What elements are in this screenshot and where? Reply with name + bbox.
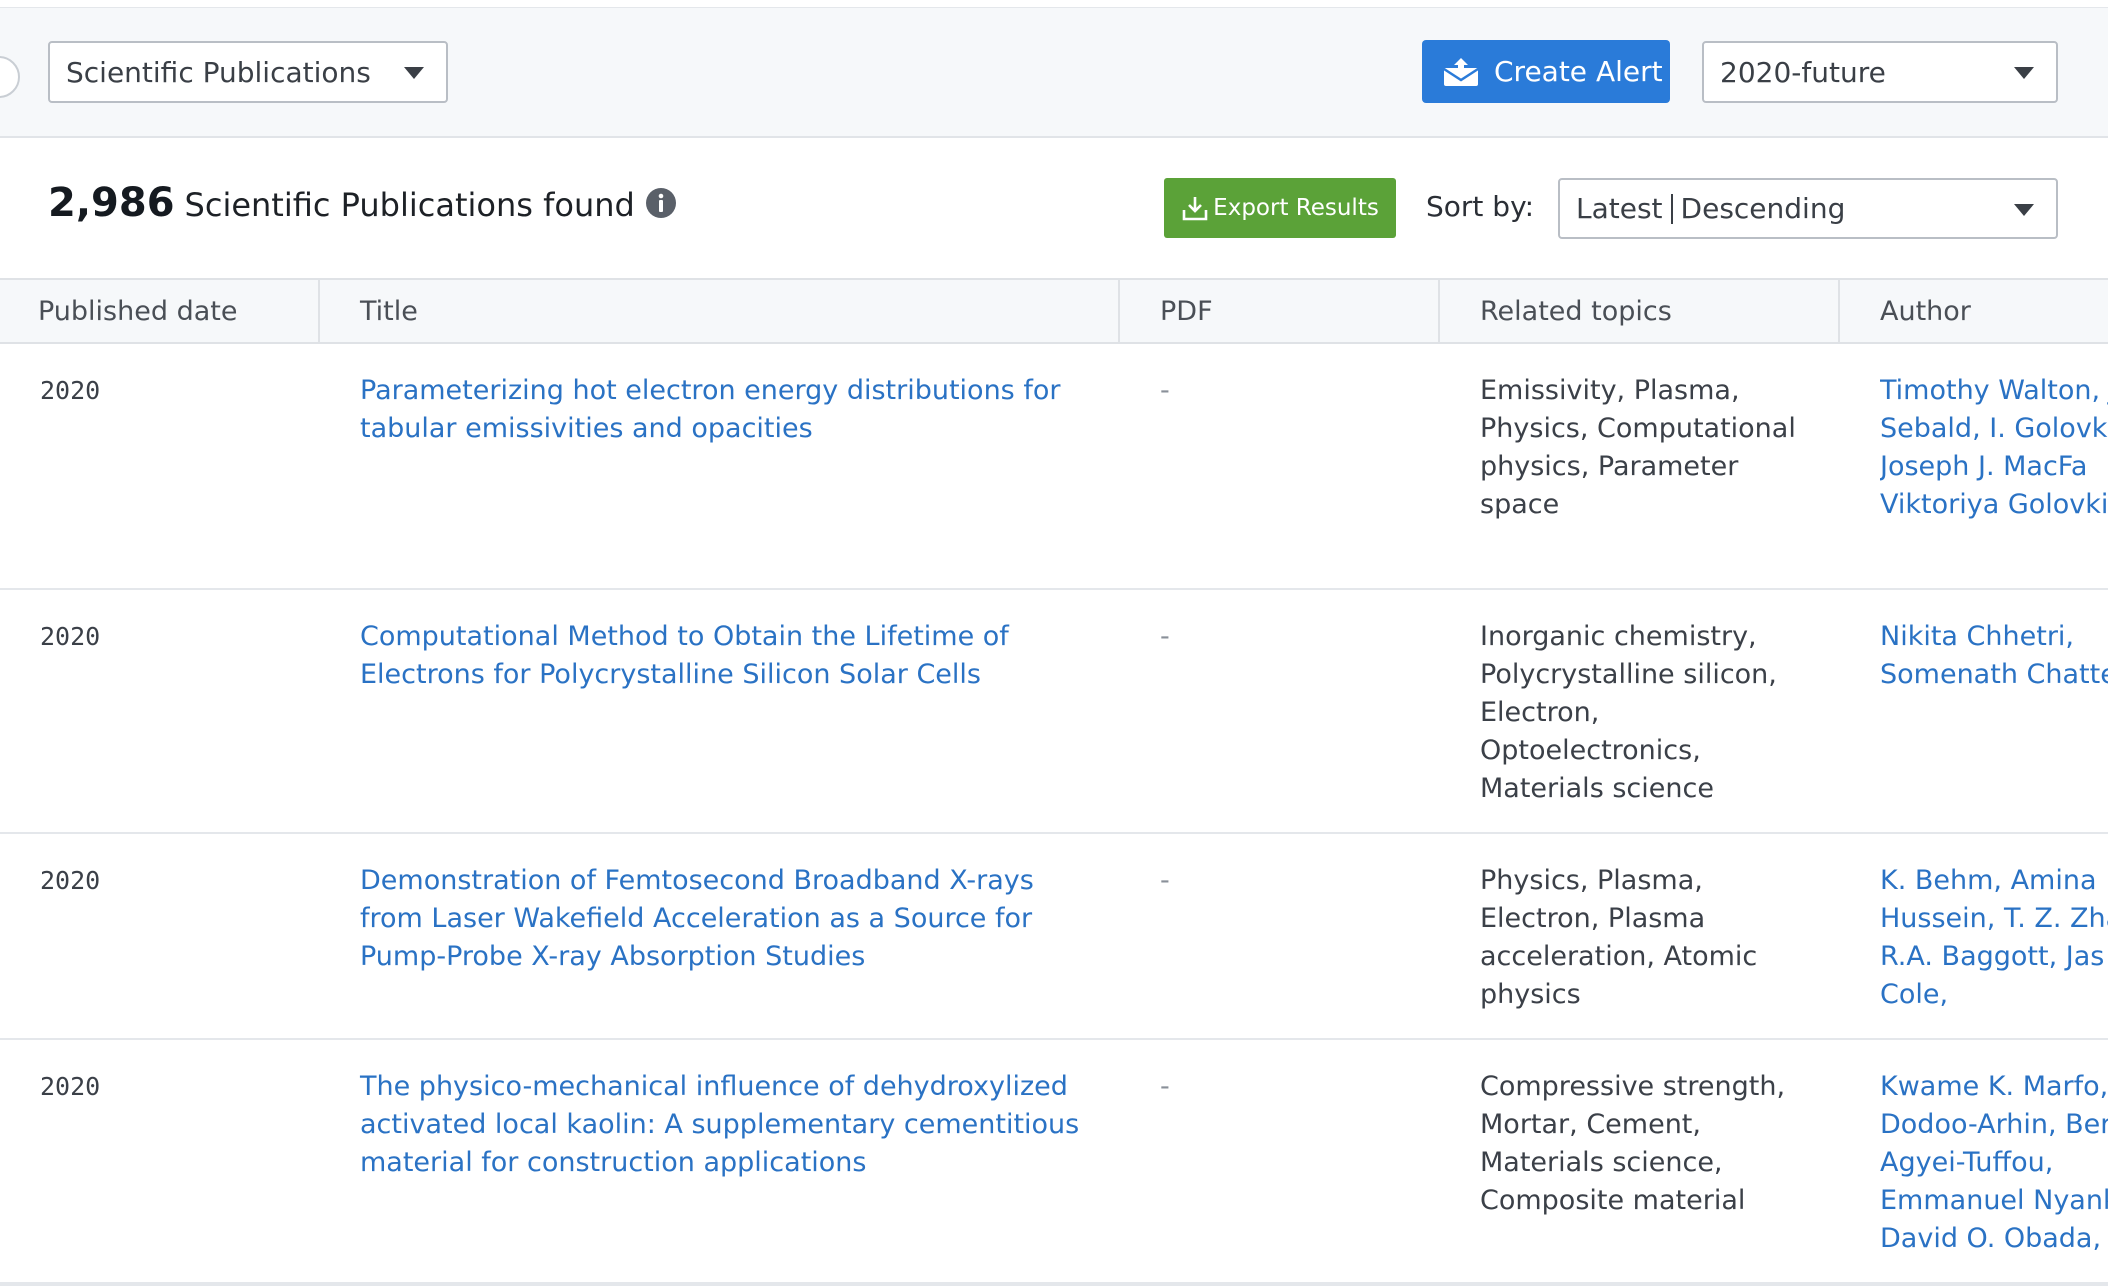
published-date: 2020	[40, 862, 100, 900]
alert-mail-icon	[1442, 56, 1480, 88]
publication-title-link[interactable]: The physico-mechanical influence of dehy…	[360, 1068, 1100, 1182]
create-alert-button[interactable]: Create Alert	[1422, 40, 1670, 103]
column-header-published-date[interactable]: Published date	[0, 280, 318, 342]
author-line[interactable]: Somenath Chatte	[1880, 656, 2108, 694]
related-topics: Compressive strength, Mortar, Cement, Ma…	[1480, 1068, 1820, 1220]
author-line[interactable]: Kwame K. Marfo,	[1880, 1068, 2108, 1106]
publication-title-link[interactable]: Demonstration of Femtosecond Broadband X…	[360, 862, 1100, 976]
source-select-value: Scientific Publications	[66, 56, 371, 89]
author-links[interactable]: K. Behm, Amina Hussein, T. Z. Zha R.A. B…	[1880, 862, 2108, 1014]
sort-by-label: Sort by:	[1426, 190, 1534, 223]
table-row: 2020 Parameterizing hot electron energy …	[0, 344, 2108, 590]
author-line[interactable]: R.A. Baggott, Jas	[1880, 938, 2108, 976]
column-header-author[interactable]: Author	[1838, 280, 2108, 342]
pdf-cell: -	[1160, 618, 1170, 656]
related-topics: Inorganic chemistry, Polycrystalline sil…	[1480, 618, 1820, 808]
author-line[interactable]: Viktoriya Golovkir	[1880, 486, 2108, 524]
create-alert-label: Create Alert	[1494, 55, 1663, 88]
sort-separator	[1671, 194, 1673, 224]
pdf-cell: -	[1160, 372, 1170, 410]
download-icon	[1181, 194, 1209, 222]
author-line[interactable]: K. Behm, Amina	[1880, 862, 2108, 900]
table-row: 2020 Computational Method to Obtain the …	[0, 590, 2108, 834]
table-row: 2020 Demonstration of Femtosecond Broadb…	[0, 834, 2108, 1040]
publication-title-link[interactable]: Computational Method to Obtain the Lifet…	[360, 618, 1100, 694]
export-results-label: Export Results	[1213, 195, 1379, 221]
column-header-title[interactable]: Title	[318, 280, 1118, 342]
author-line[interactable]: Timothy Walton, J	[1880, 372, 2108, 410]
published-date: 2020	[40, 372, 100, 410]
author-line[interactable]: Emmanuel Nyank	[1880, 1182, 2108, 1220]
sort-order: Descending	[1681, 192, 1846, 225]
results-count: 2,986 Scientific Publications found	[48, 180, 677, 226]
author-line[interactable]: Sebald, I. Golovki	[1880, 410, 2108, 448]
author-line[interactable]: Agyei-Tuffou,	[1880, 1144, 2108, 1182]
table-row: 2020 The physico-mechanical influence of…	[0, 1040, 2108, 1282]
results-count-label: Scientific Publications found	[185, 186, 635, 224]
chevron-down-icon	[2014, 67, 2034, 79]
author-links[interactable]: Nikita Chhetri, Somenath Chatte	[1880, 618, 2108, 694]
sort-field: Latest	[1576, 192, 1663, 225]
related-topics: Emissivity, Plasma, Physics, Computation…	[1480, 372, 1820, 524]
column-header-related-topics[interactable]: Related topics	[1438, 280, 1838, 342]
date-range-select[interactable]: 2020-future	[1702, 41, 2058, 103]
sort-select[interactable]: Latest Descending	[1558, 178, 2058, 239]
results-count-number: 2,986	[48, 180, 175, 226]
published-date: 2020	[40, 618, 100, 656]
author-line[interactable]: Cole,	[1880, 976, 2108, 1014]
column-header-pdf[interactable]: PDF	[1118, 280, 1438, 342]
published-date: 2020	[40, 1068, 100, 1106]
author-line[interactable]: Joseph J. MacFa	[1880, 448, 2108, 486]
table-header: Published date Title PDF Related topics …	[0, 278, 2108, 344]
bottom-divider	[0, 1282, 2108, 1286]
pdf-cell: -	[1160, 1068, 1170, 1106]
author-line[interactable]: Nikita Chhetri,	[1880, 618, 2108, 656]
export-results-button[interactable]: Export Results	[1164, 178, 1396, 238]
chevron-down-icon	[404, 67, 424, 79]
source-select[interactable]: Scientific Publications	[48, 41, 448, 103]
chevron-down-icon	[2014, 204, 2034, 216]
author-links[interactable]: Timothy Walton, J Sebald, I. Golovki Jos…	[1880, 372, 2108, 524]
date-range-value: 2020-future	[1720, 56, 1886, 89]
author-line[interactable]: Dodoo-Arhin, Ber	[1880, 1106, 2108, 1144]
author-links[interactable]: Kwame K. Marfo, Dodoo-Arhin, Ber Agyei-T…	[1880, 1068, 2108, 1258]
pdf-cell: -	[1160, 862, 1170, 900]
related-topics: Physics, Plasma, Electron, Plasma accele…	[1480, 862, 1820, 1014]
author-line[interactable]: David O. Obada,	[1880, 1220, 2108, 1258]
publication-title-link[interactable]: Parameterizing hot electron energy distr…	[360, 372, 1100, 448]
author-line[interactable]: Hussein, T. Z. Zha	[1880, 900, 2108, 938]
info-icon[interactable]	[645, 187, 677, 219]
